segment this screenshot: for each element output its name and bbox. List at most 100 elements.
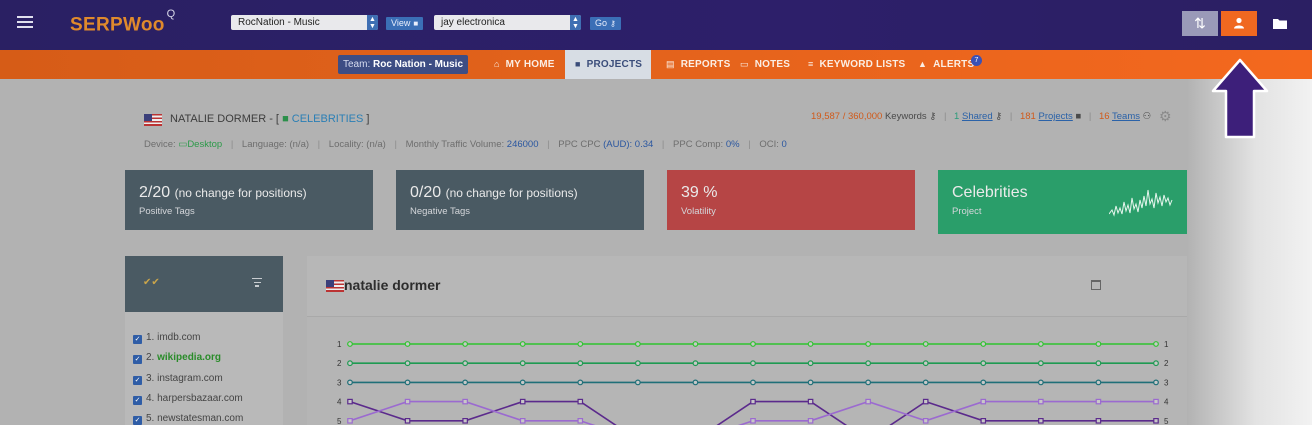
data-point[interactable] — [462, 379, 469, 386]
hamburger-menu-icon[interactable] — [17, 16, 33, 30]
data-point[interactable] — [980, 341, 987, 347]
data-point[interactable] — [1037, 360, 1044, 367]
data-point[interactable] — [634, 379, 641, 386]
data-point[interactable] — [577, 398, 584, 405]
category-link[interactable]: CELEBRITIES — [292, 113, 364, 125]
data-point[interactable] — [404, 417, 411, 424]
data-point[interactable] — [577, 379, 584, 386]
shared-link[interactable]: Shared — [962, 111, 993, 122]
data-point[interactable] — [1038, 398, 1044, 405]
data-point[interactable] — [807, 360, 814, 367]
data-point[interactable] — [980, 398, 987, 405]
data-point[interactable] — [577, 360, 584, 367]
view-button[interactable]: View ■ — [386, 17, 424, 30]
logo[interactable]: SERPWooQ — [70, 8, 176, 36]
user-button[interactable] — [1221, 11, 1257, 36]
data-point[interactable] — [865, 379, 872, 386]
data-point[interactable] — [980, 360, 987, 367]
data-point[interactable] — [750, 360, 756, 367]
data-point[interactable] — [404, 341, 411, 347]
data-point[interactable] — [750, 417, 756, 424]
negative-tags-card[interactable]: 0/20 (no change for positions) Negative … — [396, 170, 644, 230]
go-button[interactable]: Go ⚷ — [590, 17, 621, 30]
data-point[interactable] — [865, 398, 871, 405]
data-point[interactable] — [692, 360, 699, 367]
data-point[interactable] — [577, 417, 584, 424]
data-point[interactable] — [922, 398, 929, 405]
checkbox[interactable]: ✓ — [133, 355, 142, 364]
checkbox[interactable]: ✓ — [133, 396, 142, 405]
checkbox[interactable]: ✓ — [133, 416, 142, 425]
list-item[interactable]: ✓ 2. wikipedia.org — [133, 352, 221, 364]
data-point[interactable] — [865, 360, 872, 367]
project-card[interactable]: Celebrities Project — [938, 170, 1187, 234]
data-point[interactable] — [1153, 379, 1159, 386]
data-point[interactable] — [1153, 417, 1159, 424]
data-point[interactable] — [519, 417, 526, 424]
data-point[interactable] — [347, 379, 353, 386]
list-item[interactable]: ✓ 1. imdb.com — [133, 332, 200, 344]
data-point[interactable] — [1037, 379, 1044, 386]
double-check-icon[interactable]: ✔✔ — [143, 277, 160, 288]
data-point[interactable] — [462, 341, 469, 347]
nav-projects[interactable]: ■ PROJECTS — [565, 50, 651, 79]
data-point[interactable] — [807, 398, 814, 405]
data-point[interactable] — [922, 341, 929, 347]
list-item[interactable]: ✓ 4. harpersbazaar.com — [133, 393, 243, 405]
data-point[interactable] — [1037, 341, 1044, 347]
project-select[interactable]: RocNation - Music ▲ ▼ — [231, 15, 378, 30]
data-point[interactable] — [692, 379, 699, 386]
data-point[interactable] — [1095, 398, 1102, 405]
data-point[interactable] — [1153, 341, 1159, 347]
nav-my-home[interactable]: ⌂ MY HOME — [484, 50, 565, 79]
data-point[interactable] — [750, 341, 756, 347]
data-point[interactable] — [1153, 360, 1159, 367]
data-point[interactable] — [404, 360, 411, 367]
data-point[interactable] — [1095, 360, 1102, 367]
gear-icon[interactable]: ⚙ — [1159, 108, 1172, 125]
list-item[interactable]: ✓ 3. instagram.com — [133, 373, 223, 385]
data-point[interactable] — [577, 341, 584, 347]
filter-icon[interactable] — [252, 278, 262, 289]
data-point[interactable] — [462, 398, 468, 405]
calendar-icon[interactable] — [1091, 280, 1101, 290]
checkbox[interactable]: ✓ — [133, 376, 142, 385]
data-point[interactable] — [347, 341, 353, 347]
projects-link[interactable]: Projects — [1038, 111, 1072, 122]
data-point[interactable] — [1095, 341, 1102, 347]
data-point[interactable] — [807, 379, 814, 386]
data-point[interactable] — [519, 360, 526, 367]
switch-button[interactable]: ⇅ — [1182, 11, 1218, 36]
checkbox[interactable]: ✓ — [133, 335, 142, 344]
data-point[interactable] — [807, 341, 814, 347]
data-point[interactable] — [519, 341, 526, 347]
list-item[interactable]: ✓ 5. newstatesman.com — [133, 413, 243, 425]
nav-notes[interactable]: ▭ NOTES — [730, 50, 800, 79]
positive-tags-card[interactable]: 2/20 (no change for positions) Positive … — [125, 170, 373, 230]
data-point[interactable] — [692, 341, 699, 347]
data-point[interactable] — [865, 341, 872, 347]
data-point[interactable] — [634, 360, 641, 367]
data-point[interactable] — [1038, 417, 1044, 424]
data-point[interactable] — [750, 398, 756, 405]
keyword-select[interactable]: jay electronica ▲ ▼ — [434, 15, 581, 30]
data-point[interactable] — [1095, 417, 1102, 424]
data-point[interactable] — [347, 417, 353, 424]
data-point[interactable] — [404, 379, 411, 386]
data-point[interactable] — [1153, 398, 1159, 405]
data-point[interactable] — [347, 398, 353, 405]
volatility-card[interactable]: 39 % Volatility — [667, 170, 915, 230]
data-point[interactable] — [1095, 379, 1102, 386]
nav-reports[interactable]: ▤ REPORTS — [656, 50, 740, 79]
data-point[interactable] — [462, 360, 469, 367]
data-point[interactable] — [634, 341, 641, 347]
data-point[interactable] — [462, 417, 468, 424]
data-point[interactable] — [404, 398, 411, 405]
data-point[interactable] — [347, 360, 353, 367]
data-point[interactable] — [922, 417, 929, 424]
folder-button[interactable] — [1262, 11, 1298, 36]
data-point[interactable] — [980, 417, 987, 424]
teams-link[interactable]: Teams — [1112, 111, 1140, 122]
data-point[interactable] — [807, 417, 814, 424]
nav-keyword-lists[interactable]: ≡ KEYWORD LISTS — [798, 50, 915, 79]
